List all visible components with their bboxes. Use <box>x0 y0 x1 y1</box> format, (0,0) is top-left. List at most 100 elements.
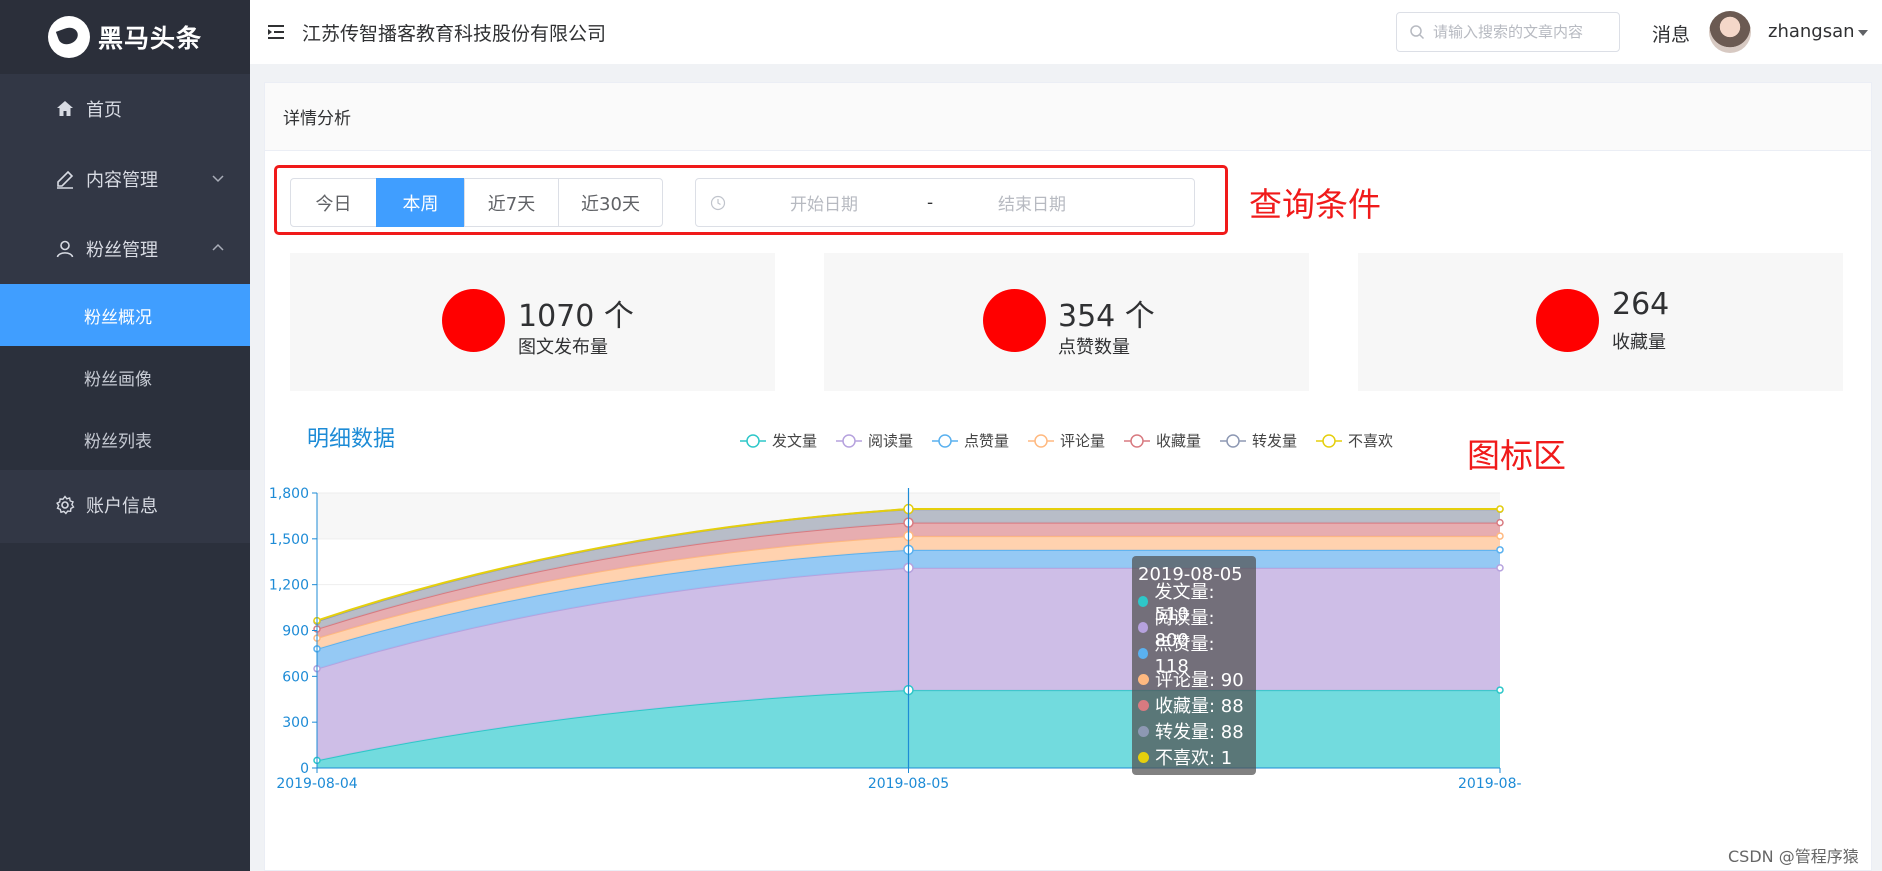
tooltip-dot <box>1138 673 1149 685</box>
date-range-picker[interactable]: 开始日期 - 结束日期 <box>695 178 1195 227</box>
sidebar-item-label: 粉丝管理 <box>86 240 158 261</box>
point-不喜欢 <box>1496 505 1504 513</box>
tooltip-row-text: 收藏量: 88 <box>1155 696 1244 717</box>
stat-label: 点赞数量 <box>1058 337 1130 358</box>
legend-label: 阅读量 <box>868 432 913 450</box>
tooltip-dot <box>1138 725 1149 737</box>
x-tick-label: 2019-08-05 <box>868 776 949 792</box>
tooltip-dot <box>1138 751 1149 763</box>
range-week-button[interactable]: 本周 <box>376 178 465 227</box>
legend-marker-转发量 <box>1226 434 1240 448</box>
card-title: 详情分析 <box>265 83 1871 151</box>
search-icon <box>1410 25 1425 40</box>
y-tick-label: 1,200 <box>269 578 309 594</box>
logo-icon <box>48 16 90 58</box>
stat-card-articles: 1070 个 图文发布量 <box>290 253 775 391</box>
query-annotation: 查询条件 <box>1249 185 1381 224</box>
sidebar-item-fans-list[interactable]: 粉丝列表 <box>0 408 250 470</box>
x-tick-label: 2019-08- <box>1458 776 1522 792</box>
y-tick-label: 1,500 <box>269 532 309 548</box>
logo: 黑马头条 <box>0 0 250 74</box>
chart-annotation: 图标区 <box>1467 436 1566 475</box>
stat-dot <box>1536 289 1599 352</box>
legend-marker-阅读量 <box>842 434 856 448</box>
point-阅读量 <box>1496 564 1504 572</box>
stat-card-likes: 354 个 点赞数量 <box>824 253 1309 391</box>
username[interactable]: zhangsan <box>1768 21 1855 42</box>
submenu-fans: 粉丝概况 粉丝画像 粉丝列表 <box>0 284 250 470</box>
legend-label: 收藏量 <box>1156 432 1201 450</box>
y-tick-label: 900 <box>282 624 309 640</box>
sidebar-item-label: 内容管理 <box>86 170 158 191</box>
chart-tooltip: 2019-08-05 发文量: 510 阅读量: 800 点赞量: 118 评论量: … <box>1132 556 1256 775</box>
point-评论量 <box>1496 532 1504 540</box>
point-点赞量 <box>1496 546 1504 554</box>
y-tick-label: 1,800 <box>269 486 309 502</box>
tooltip-row: 不喜欢: 1 <box>1138 744 1250 770</box>
messages-link[interactable]: 消息 <box>1652 20 1690 47</box>
user-dropdown-caret-icon[interactable] <box>1858 30 1868 36</box>
sidebar-item-fans-overview[interactable]: 粉丝概况 <box>0 284 250 346</box>
stat-dot <box>983 289 1046 352</box>
sidebar-item-fans-portrait[interactable]: 粉丝画像 <box>0 346 250 408</box>
app-title: 黑马头条 <box>98 24 203 53</box>
legend-label: 评论量 <box>1060 432 1105 450</box>
y-tick-label: 0 <box>300 761 309 777</box>
legend-label: 不喜欢 <box>1348 432 1393 450</box>
avatar[interactable] <box>1709 11 1751 53</box>
tooltip-rows: 发文量: 510 阅读量: 800 点赞量: 118 评论量: 90 收藏量: 88 转发… <box>1138 582 1250 770</box>
tooltip-dot <box>1138 595 1149 607</box>
start-date-input[interactable]: 开始日期 <box>790 190 858 215</box>
range-button-group: 今日 本周 近7天 近30天 <box>290 178 663 227</box>
legend-label: 发文量 <box>772 432 817 450</box>
stat-label: 收藏量 <box>1612 332 1666 353</box>
point-收藏量 <box>1496 518 1504 527</box>
tooltip-row: 点赞量: 118 <box>1138 634 1250 677</box>
sidebar-bottom <box>0 543 250 871</box>
x-tick-label: 2019-08-04 <box>276 776 357 792</box>
legend-marker-点赞量 <box>938 434 952 448</box>
tooltip-row-text: 评论量: 90 <box>1155 670 1244 691</box>
y-tick-label: 600 <box>282 669 309 685</box>
detail-card: 详情分析 今日 本周 近7天 近30天 开始日期 - 结束日期 查询条件 107… <box>264 82 1872 871</box>
chevron-up-icon <box>212 243 224 251</box>
sidebar-item-label: 账户信息 <box>86 496 158 517</box>
sidebar: 黑马头条 首页 内容管理 粉丝管理 粉丝概况 粉丝画像 粉丝列表 账户信息 <box>0 0 250 871</box>
gear-icon <box>54 494 76 516</box>
range-7days-button[interactable]: 近7天 <box>464 178 559 227</box>
search-box[interactable] <box>1396 12 1620 52</box>
tooltip-row: 评论量: 90 <box>1138 666 1250 692</box>
stat-value: 264 <box>1612 287 1670 322</box>
sidebar-item-fans[interactable]: 粉丝管理 <box>0 214 250 284</box>
sidebar-item-label: 首页 <box>86 100 122 121</box>
end-date-input[interactable]: 结束日期 <box>998 190 1066 215</box>
stat-value: 354 个 <box>1058 299 1155 334</box>
sidebar-item-home[interactable]: 首页 <box>0 74 250 144</box>
tooltip-row-text: 不喜欢: 1 <box>1155 748 1233 769</box>
range-today-button[interactable]: 今日 <box>290 178 377 227</box>
tooltip-dot <box>1138 621 1149 633</box>
tooltip-dot <box>1138 699 1149 711</box>
watermark: CSDN @管程序猿 <box>1728 847 1859 866</box>
legend-marker-收藏量 <box>1130 434 1144 448</box>
legend-label: 转发量 <box>1252 432 1297 450</box>
date-separator: - <box>927 192 934 213</box>
clock-icon <box>710 195 726 210</box>
edit-icon <box>54 168 76 190</box>
search-input[interactable] <box>1433 23 1603 41</box>
legend-marker-评论量 <box>1034 434 1048 448</box>
legend-label: 点赞量 <box>964 432 1009 450</box>
company-name: 江苏传智播客教育科技股份有限公司 <box>302 22 607 45</box>
range-30days-button[interactable]: 近30天 <box>558 178 663 227</box>
header: 江苏传智播客教育科技股份有限公司 消息 zhangsan <box>250 0 1882 64</box>
sidebar-item-account[interactable]: 账户信息 <box>0 470 250 540</box>
tooltip-row: 转发量: 88 <box>1138 718 1250 744</box>
chart-title: 明细数据 <box>307 427 396 452</box>
tooltip-dot <box>1138 647 1149 659</box>
stat-dot <box>442 289 505 352</box>
detail-chart: 0 300 600 900 1,200 1,500 1,800 2019-08-04 2019-… <box>269 432 1522 792</box>
legend-marker-发文量 <box>746 434 760 448</box>
fold-menu-icon[interactable] <box>266 22 286 42</box>
sidebar-item-content[interactable]: 内容管理 <box>0 144 250 214</box>
point-发文量 <box>1496 686 1504 694</box>
